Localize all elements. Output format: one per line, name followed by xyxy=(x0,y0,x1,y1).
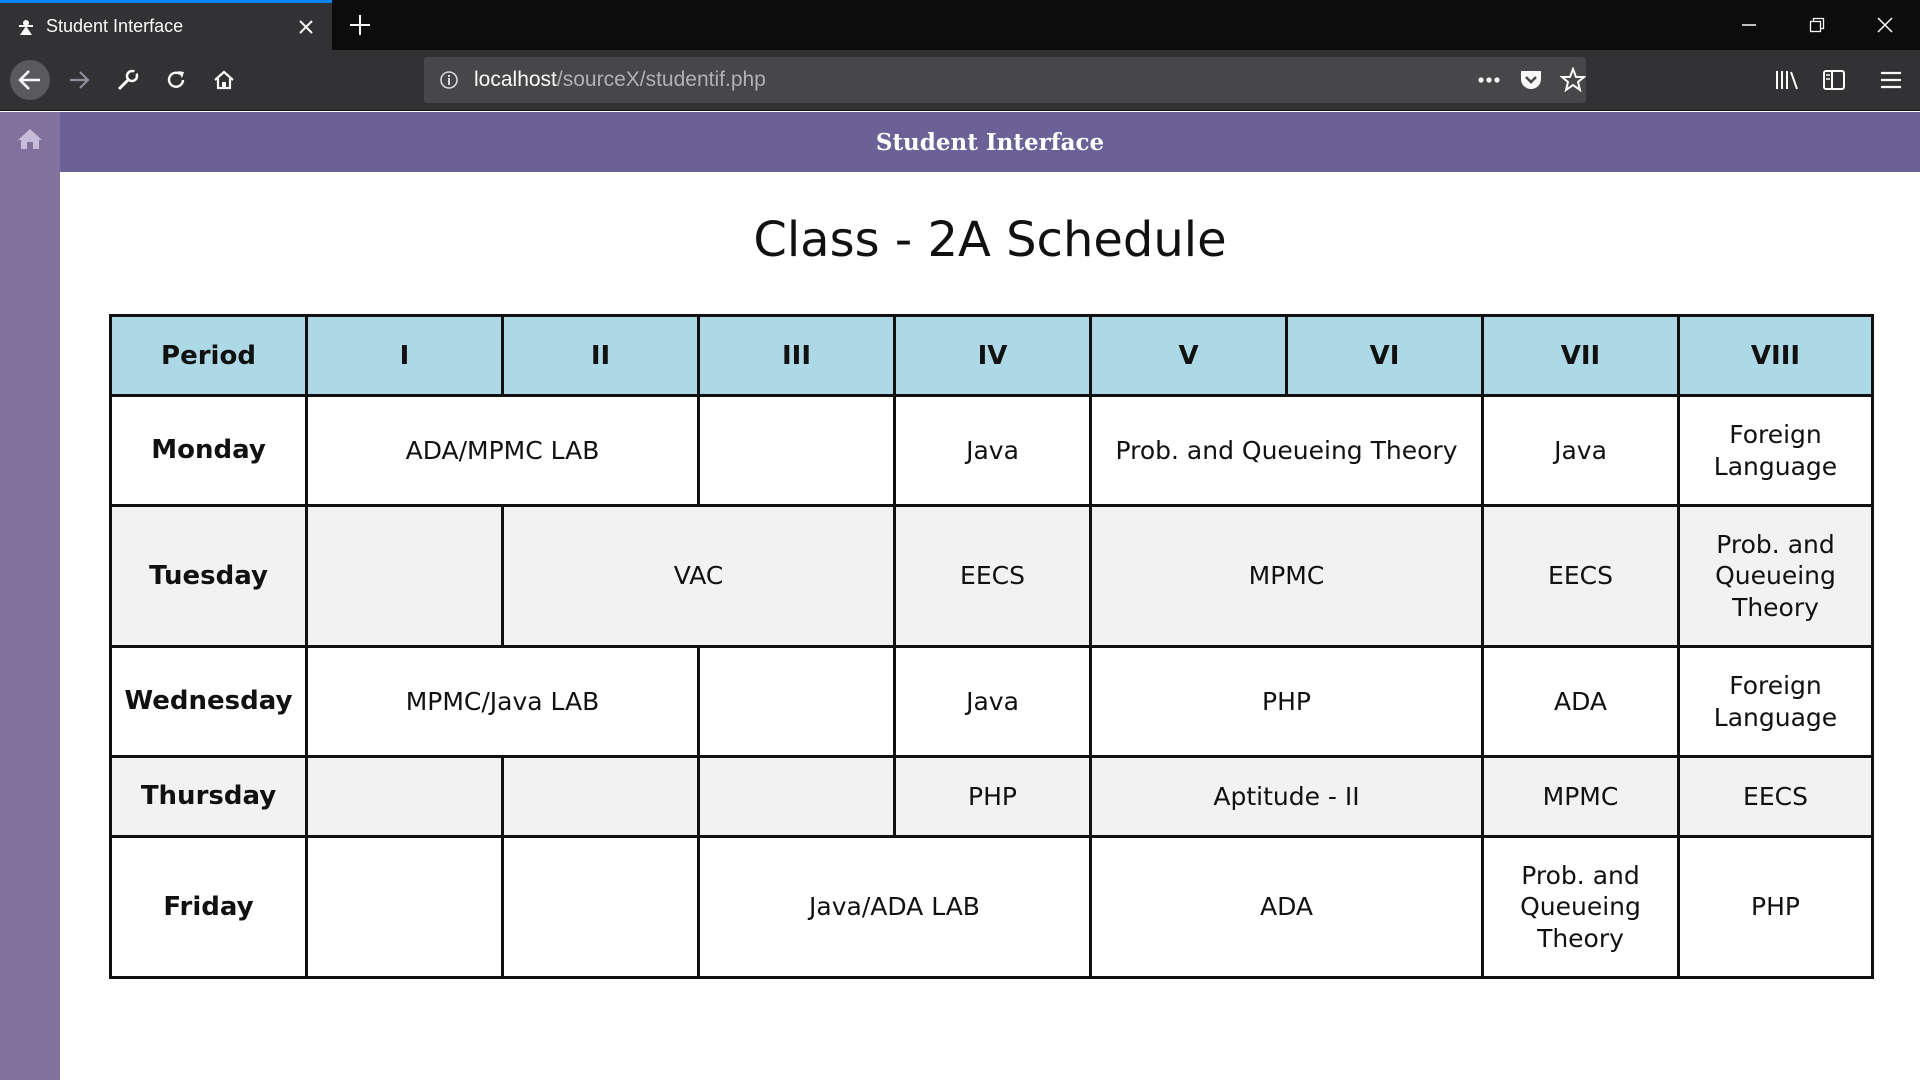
class-cell: VAC xyxy=(501,504,896,648)
column-header-vii: VII xyxy=(1481,314,1680,397)
close-window-icon[interactable] xyxy=(1850,0,1920,50)
empty-cell xyxy=(697,645,896,758)
day-label: Tuesday xyxy=(109,504,308,648)
class-cell: ADA xyxy=(1089,835,1484,979)
forward-icon[interactable] xyxy=(60,60,100,100)
class-cell: Aptitude - II xyxy=(1089,755,1484,838)
browser-tab-strip: Student Interface xyxy=(0,0,1920,50)
favicon-icon xyxy=(16,17,36,37)
empty-cell xyxy=(305,835,504,979)
class-cell: EECS xyxy=(893,504,1092,648)
url-host: localhost xyxy=(474,68,557,91)
wrench-icon[interactable] xyxy=(108,60,148,100)
page-actions-icon[interactable] xyxy=(1474,66,1504,94)
reload-icon[interactable] xyxy=(156,60,196,100)
day-label: Thursday xyxy=(109,755,308,838)
pocket-icon[interactable] xyxy=(1516,66,1546,94)
sidebar-toggle-icon[interactable] xyxy=(1814,60,1854,100)
column-header-i: I xyxy=(305,314,504,397)
table-row: Monday ADA/MPMC LAB Java Prob. and Queueing… xyxy=(109,394,1874,507)
url-text: localhost/sourceX/studentif.php xyxy=(474,68,766,92)
table-row: Tuesday VAC EECS MPMC EECS Prob. and Queueing… xyxy=(109,504,1874,648)
class-cell: PHP xyxy=(1089,645,1484,758)
address-bar[interactable]: localhost/sourceX/studentif.php xyxy=(424,57,1586,103)
class-cell: Java xyxy=(893,394,1092,507)
tab-title: Student Interface xyxy=(46,16,184,36)
library-icon[interactable] xyxy=(1767,60,1807,100)
column-header-iv: IV xyxy=(893,314,1092,397)
new-tab-icon[interactable] xyxy=(346,11,374,39)
column-header-period: Period xyxy=(109,314,308,397)
bookmark-star-icon[interactable] xyxy=(1558,66,1588,94)
minimize-icon[interactable] xyxy=(1714,0,1784,50)
class-cell: Java xyxy=(1481,394,1680,507)
class-cell: Prob. and Queueing Theory xyxy=(1677,504,1874,648)
page-title: Class - 2A Schedule xyxy=(753,212,1227,268)
browser-tab[interactable]: Student Interface xyxy=(0,0,332,50)
empty-cell xyxy=(501,755,700,838)
class-cell: Prob. and Queueing Theory xyxy=(1481,835,1680,979)
header-title: Student Interface xyxy=(875,128,1105,156)
close-tab-icon[interactable] xyxy=(294,15,318,39)
column-header-vi: VI xyxy=(1285,314,1484,397)
class-cell: Prob. and Queueing Theory xyxy=(1089,394,1484,507)
class-cell: EECS xyxy=(1677,755,1874,838)
class-cell: MPMC/Java LAB xyxy=(305,645,700,758)
class-cell: MPMC xyxy=(1089,504,1484,648)
table-row: Thursday PHP Aptitude - II MPMC EECS xyxy=(109,755,1874,838)
home-icon[interactable] xyxy=(204,60,244,100)
table-row: Wednesday MPMC/Java LAB Java PHP ADA Foreign … xyxy=(109,645,1874,758)
schedule-header-row: Period I II III IV V VI VII VIII xyxy=(109,314,1874,397)
sidebar-home-icon[interactable] xyxy=(16,126,44,152)
class-cell: Foreign Language xyxy=(1677,645,1874,758)
site-info-icon[interactable] xyxy=(438,69,460,91)
empty-cell xyxy=(501,835,700,979)
column-header-v: V xyxy=(1089,314,1288,397)
column-header-ii: II xyxy=(501,314,700,397)
sidebar xyxy=(0,112,60,1080)
class-cell: ADA xyxy=(1481,645,1680,758)
day-label: Friday xyxy=(109,835,308,979)
empty-cell xyxy=(697,394,896,507)
class-cell: Java xyxy=(893,645,1092,758)
column-header-viii: VIII xyxy=(1677,314,1874,397)
menu-icon[interactable] xyxy=(1871,60,1911,100)
back-icon[interactable] xyxy=(10,60,50,100)
page-header: Student Interface xyxy=(60,112,1920,172)
empty-cell xyxy=(697,755,896,838)
day-label: Wednesday xyxy=(109,645,308,758)
class-cell: PHP xyxy=(893,755,1092,838)
browser-toolbar: localhost/sourceX/studentif.php xyxy=(0,50,1920,111)
empty-cell xyxy=(305,755,504,838)
class-cell: Foreign Language xyxy=(1677,394,1874,507)
class-cell: EECS xyxy=(1481,504,1680,648)
class-cell: PHP xyxy=(1677,835,1874,979)
url-path: /sourceX/studentif.php xyxy=(556,68,766,91)
column-header-iii: III xyxy=(697,314,896,397)
day-label: Monday xyxy=(109,394,308,507)
table-row: Friday Java/ADA LAB ADA Prob. and Queueing … xyxy=(109,835,1874,979)
class-cell: MPMC xyxy=(1481,755,1680,838)
restore-icon[interactable] xyxy=(1782,0,1852,50)
schedule-table: Period I II III IV V VI VII VIII Monday ADA/MPMC … xyxy=(109,314,1874,979)
class-cell: Java/ADA LAB xyxy=(697,835,1092,979)
class-cell: ADA/MPMC LAB xyxy=(305,394,700,507)
empty-cell xyxy=(305,504,504,648)
